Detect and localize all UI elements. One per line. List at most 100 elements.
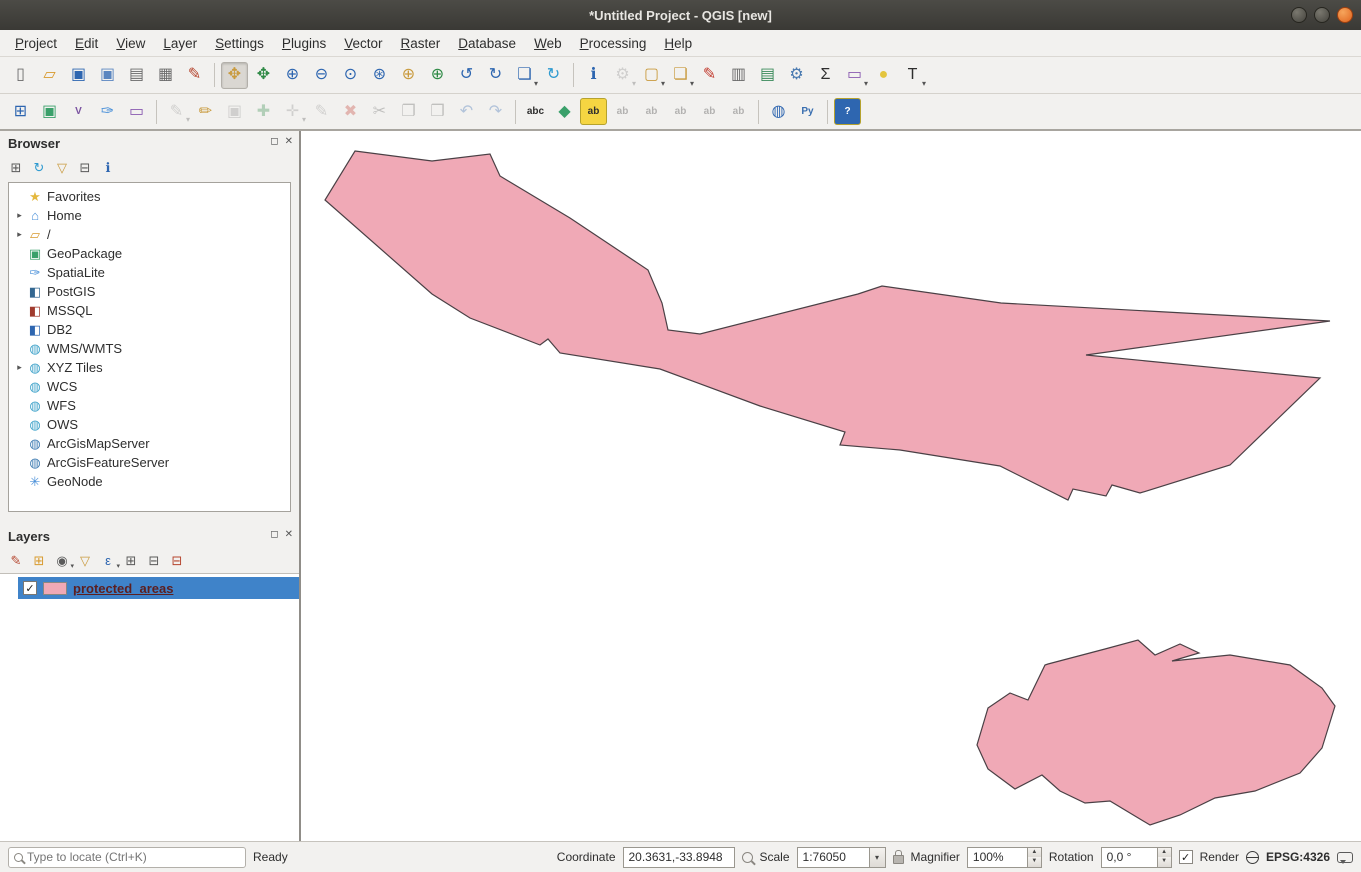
zoom-full-icon[interactable]: ⊛ [366,62,393,89]
filter-legend-icon[interactable]: ▽ [75,551,95,571]
pan-map-icon[interactable]: ✥ [221,62,248,89]
map-tips-icon[interactable]: ● [870,62,897,89]
browser-item-home[interactable]: ⌂Home [9,206,290,225]
expand-arrow-icon[interactable] [13,362,26,373]
modify-attributes-icon[interactable]: ✎ [308,98,335,125]
data-source-manager-icon[interactable]: ⊞ [7,98,34,125]
change-label-icon[interactable]: ab [725,98,752,125]
zoom-to-layer-icon[interactable]: ⊕ [424,62,451,89]
browser-item-geopackage[interactable]: ▣GeoPackage [9,244,290,263]
scale-dropdown-icon[interactable] [869,847,886,868]
zoom-next-icon[interactable]: ↻ [482,62,509,89]
menu-view[interactable]: View [107,32,154,55]
redo-icon[interactable]: ↷ [482,98,509,125]
identify-features-icon[interactable]: ℹ [580,62,607,89]
cut-features-icon[interactable]: ✂ [366,98,393,125]
zoom-to-selection-icon[interactable]: ⊕ [395,62,422,89]
minimize-icon[interactable] [1291,7,1307,23]
field-calculator-icon[interactable]: ✎ [696,62,723,89]
browser-item-wms-wmts[interactable]: ◍WMS/WMTS [9,339,290,358]
rotation-spinner[interactable]: 0,0 ° [1101,847,1172,868]
extents-toggle-icon[interactable] [742,852,753,863]
expand-arrow-icon[interactable] [13,229,26,240]
menu-plugins[interactable]: Plugins [273,32,335,55]
collapse-all-layers-icon[interactable]: ⊟ [144,551,164,571]
float-panel-icon[interactable] [270,529,278,540]
open-project-icon[interactable]: ▱ [36,62,63,89]
paste-features-icon[interactable]: ❒ [424,98,451,125]
close-icon[interactable] [1337,7,1353,23]
render-checkbox[interactable] [1179,850,1193,864]
crs-status[interactable]: EPSG:4326 [1266,850,1330,864]
open-attribute-table-icon[interactable]: ▥ [725,62,752,89]
browser-item-xyz-tiles[interactable]: ◍XYZ Tiles [9,358,290,377]
menu-web[interactable]: Web [525,32,571,55]
new-virtual-layer-icon[interactable]: ▭ [123,98,150,125]
locate-input[interactable] [27,850,240,864]
spin-up-icon[interactable] [1028,848,1041,858]
layer-visibility-checkbox[interactable] [23,581,37,595]
new-spatialite-layer-icon[interactable]: ✑ [94,98,121,125]
current-edits-icon[interactable]: ✎ [163,98,190,125]
refresh-browser-icon[interactable]: ↻ [29,158,49,178]
close-panel-icon[interactable] [285,529,293,540]
delete-selected-icon[interactable]: ✖ [337,98,364,125]
expand-all-icon[interactable]: ⊞ [121,551,141,571]
add-feature-icon[interactable]: ✚ [250,98,277,125]
locate-box[interactable] [8,847,246,868]
save-project-as-icon[interactable]: ▣ [94,62,121,89]
crs-globe-icon[interactable] [1246,851,1259,864]
browser-item-favorites[interactable]: ★Favorites [9,187,290,206]
manage-map-themes-icon[interactable]: ◉ [52,551,72,571]
python-console-icon[interactable]: Py [794,98,821,125]
zoom-last-icon[interactable]: ↺ [453,62,480,89]
map-canvas[interactable] [301,131,1361,841]
browser-item-geonode[interactable]: ✳GeoNode [9,472,290,491]
filter-browser-icon[interactable]: ▽ [52,158,72,178]
toggle-editing-icon[interactable]: ✏ [192,98,219,125]
pin-labels-icon[interactable]: ab [609,98,636,125]
measure-icon[interactable]: ▭ [841,62,868,89]
zoom-in-icon[interactable]: ⊕ [279,62,306,89]
processing-toolbox-icon[interactable]: ⚙ [783,62,810,89]
coordinate-field[interactable]: 20.3631,-33.8948 [623,847,735,868]
copy-features-icon[interactable]: ❐ [395,98,422,125]
messages-icon[interactable] [1337,852,1353,863]
rotate-label-icon[interactable]: ab [696,98,723,125]
lock-scale-icon[interactable] [893,855,904,864]
browser-item-db2[interactable]: ◧DB2 [9,320,290,339]
style-manager-icon[interactable]: ✎ [181,62,208,89]
metasearch-icon[interactable]: ◍ [765,98,792,125]
layer-diagram-icon[interactable]: ◆ [551,98,578,125]
zoom-out-icon[interactable]: ⊖ [308,62,335,89]
spin-up-icon[interactable] [1158,848,1171,858]
save-layer-edits-icon[interactable]: ▣ [221,98,248,125]
browser-item-wfs[interactable]: ◍WFS [9,396,290,415]
magnifier-spinner[interactable]: 100% [967,847,1042,868]
new-shapefile-layer-icon[interactable]: V [65,98,92,125]
browser-item-arcgismapserver[interactable]: ◍ArcGisMapServer [9,434,290,453]
expand-arrow-icon[interactable] [13,210,26,221]
new-map-view-icon[interactable]: ❏ [511,62,538,89]
new-print-layout-icon[interactable]: ▤ [123,62,150,89]
filter-by-expression-icon[interactable]: ε [98,551,118,571]
float-panel-icon[interactable] [270,136,278,147]
add-group-icon[interactable]: ⊞ [29,551,49,571]
close-panel-icon[interactable] [285,136,293,147]
menu-project[interactable]: Project [6,32,66,55]
new-geopackage-layer-icon[interactable]: ▣ [36,98,63,125]
collapse-all-icon[interactable]: ⊟ [75,158,95,178]
properties-widget-icon[interactable]: ℹ [98,158,118,178]
menu-processing[interactable]: Processing [571,32,656,55]
refresh-map-icon[interactable]: ↻ [540,62,567,89]
text-annotation-icon[interactable]: T [899,62,926,89]
remove-layer-icon[interactable]: ⊟ [167,551,187,571]
menu-vector[interactable]: Vector [335,32,391,55]
menu-layer[interactable]: Layer [154,32,206,55]
browser-item-ows[interactable]: ◍OWS [9,415,290,434]
select-by-value-icon[interactable]: ❏ [667,62,694,89]
browser-item-[interactable]: ▱/ [9,225,290,244]
menu-raster[interactable]: Raster [392,32,450,55]
browser-item-postgis[interactable]: ◧PostGIS [9,282,290,301]
move-label-icon[interactable]: ab [667,98,694,125]
